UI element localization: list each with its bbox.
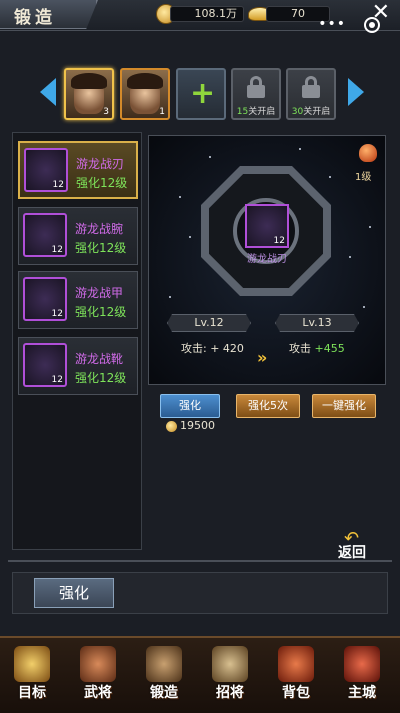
unlock-suffix: 关开启 — [303, 107, 331, 117]
equip-level: 强化12级 — [75, 305, 127, 319]
star — [329, 176, 331, 178]
star — [169, 296, 171, 298]
equip-name: 游龙战腕 — [75, 222, 124, 236]
selected-item-lv: 12 — [273, 236, 285, 246]
target-icon[interactable] — [364, 17, 380, 33]
boots-icon: 12 — [23, 343, 67, 387]
equip-name: 游龙战靴 — [75, 352, 124, 366]
next-level: Lv.13 — [275, 314, 359, 332]
hero-count: 3 — [103, 107, 109, 117]
castle-icon — [344, 646, 380, 682]
hero-hair — [71, 73, 107, 89]
nav-label: 锻造 — [150, 685, 178, 701]
plus-icon: + — [190, 76, 216, 111]
locked-slot-1[interactable]: 15关开启 — [231, 68, 281, 120]
nav-item-city[interactable]: 主城 — [330, 638, 394, 713]
hero-count: 1 — [159, 107, 165, 117]
next-attack: 攻击 +455 — [289, 340, 345, 356]
return-label: 返回 — [338, 545, 366, 561]
anvil-icon — [146, 646, 182, 682]
lock-icon — [302, 76, 320, 98]
unlock-requirement: 15关开启 — [233, 104, 279, 117]
page-title: 锻造 — [14, 8, 56, 28]
armor-icon: 12 — [23, 277, 67, 321]
nav-item-goals[interactable]: 目标 — [0, 638, 64, 713]
nav-label: 武将 — [84, 685, 112, 701]
star — [363, 306, 365, 308]
bracer-icon: 12 — [23, 213, 67, 257]
equip-level: 强化12级 — [75, 241, 127, 255]
equipment-item-blade[interactable]: 12 游龙战刃 强化12级 — [18, 141, 138, 199]
equipment-item-armor[interactable]: 12 游龙战甲 强化12级 — [18, 271, 138, 329]
tab-strengthen[interactable]: 强化 — [34, 578, 114, 608]
star — [189, 236, 191, 238]
strengthen-cost: 19500 — [180, 419, 215, 432]
unlock-suffix: 关开启 — [248, 107, 276, 117]
nav-label: 主城 — [348, 685, 376, 701]
nav-item-recruit[interactable]: 招将 — [198, 638, 262, 713]
lock-icon — [247, 76, 265, 98]
selected-item-icon: 12 — [245, 204, 289, 248]
more-menu-icon[interactable]: ••• — [318, 16, 346, 32]
helmet-icon — [14, 646, 50, 682]
equip-lv: 12 — [51, 245, 63, 255]
upgrade-arrow-icon: » — [257, 348, 268, 367]
equip-lv: 12 — [51, 309, 63, 319]
star — [369, 226, 371, 228]
current-attack-label: 攻击: — [181, 342, 207, 355]
scroll-icon — [212, 646, 248, 682]
next-arrow-icon[interactable] — [348, 78, 364, 106]
nav-label: 背包 — [282, 685, 310, 701]
forge-detail-panel: 1级 12 游龙战刃 Lv.12 Lv.13 攻击: + 420 » 攻击 +4… — [148, 135, 386, 385]
unlock-level: 30 — [291, 107, 304, 117]
equipment-item-bracer[interactable]: 12 游龙战腕 强化12级 — [18, 207, 138, 265]
bag-icon — [278, 646, 314, 682]
equip-lv: 12 — [52, 180, 64, 190]
current-attack-value: + 420 — [210, 342, 244, 355]
star — [209, 156, 211, 158]
one-click-strengthen-button[interactable]: 一键强化 — [312, 394, 376, 418]
equip-lv: 12 — [51, 375, 63, 385]
nav-item-generals[interactable]: 武将 — [66, 638, 130, 713]
prev-arrow-icon[interactable] — [40, 78, 56, 106]
equipment-item-boots[interactable]: 12 游龙战靴 强化12级 — [18, 337, 138, 395]
return-button[interactable]: ↶ 返回 — [334, 528, 374, 564]
strengthen-five-button[interactable]: 强化5次 — [236, 394, 300, 418]
hero-hair — [127, 73, 163, 89]
hero-slot-1[interactable]: 3 — [64, 68, 114, 120]
equipment-list: 12 游龙战刃 强化12级 12 游龙战腕 强化12级 12 游龙战甲 强化12… — [12, 132, 142, 550]
next-attack-value: +455 — [314, 342, 345, 355]
add-hero-button[interactable]: + — [176, 68, 226, 120]
star — [299, 148, 301, 150]
divider — [8, 560, 392, 562]
blade-icon: 12 — [24, 148, 68, 192]
nav-label: 招将 — [216, 685, 244, 701]
unlock-requirement: 30关开启 — [288, 104, 334, 117]
current-level: Lv.12 — [167, 314, 251, 332]
hero-selector: 3 1 + 15关开启 30关开启 — [0, 60, 400, 130]
nav-item-bag[interactable]: 背包 — [264, 638, 328, 713]
selected-item-name: 游龙战刃 — [247, 254, 287, 265]
equip-name: 游龙战甲 — [75, 286, 124, 300]
coin-icon — [166, 421, 177, 432]
locked-slot-2[interactable]: 30关开启 — [286, 68, 336, 120]
nav-label: 目标 — [18, 685, 46, 701]
general-icon — [80, 646, 116, 682]
hero-slot-2[interactable]: 1 — [120, 68, 170, 120]
nav-item-forge[interactable]: 锻造 — [132, 638, 196, 713]
gem-level: 1级 — [355, 172, 372, 183]
star — [349, 256, 351, 258]
silver-amount: 108.1万 — [170, 6, 244, 22]
unlock-level: 15 — [236, 107, 249, 117]
equip-level: 强化12级 — [75, 371, 127, 385]
bottom-nav: 目标 武将 锻造 招将 背包 主城 — [0, 636, 400, 713]
star — [179, 196, 181, 198]
current-attack: 攻击: + 420 — [181, 340, 244, 356]
equip-name: 游龙战刃 — [76, 157, 125, 171]
gem-icon — [359, 144, 377, 162]
next-attack-label: 攻击 — [289, 342, 311, 355]
strengthen-button[interactable]: 强化 — [160, 394, 220, 418]
equip-level: 强化12级 — [76, 176, 128, 190]
